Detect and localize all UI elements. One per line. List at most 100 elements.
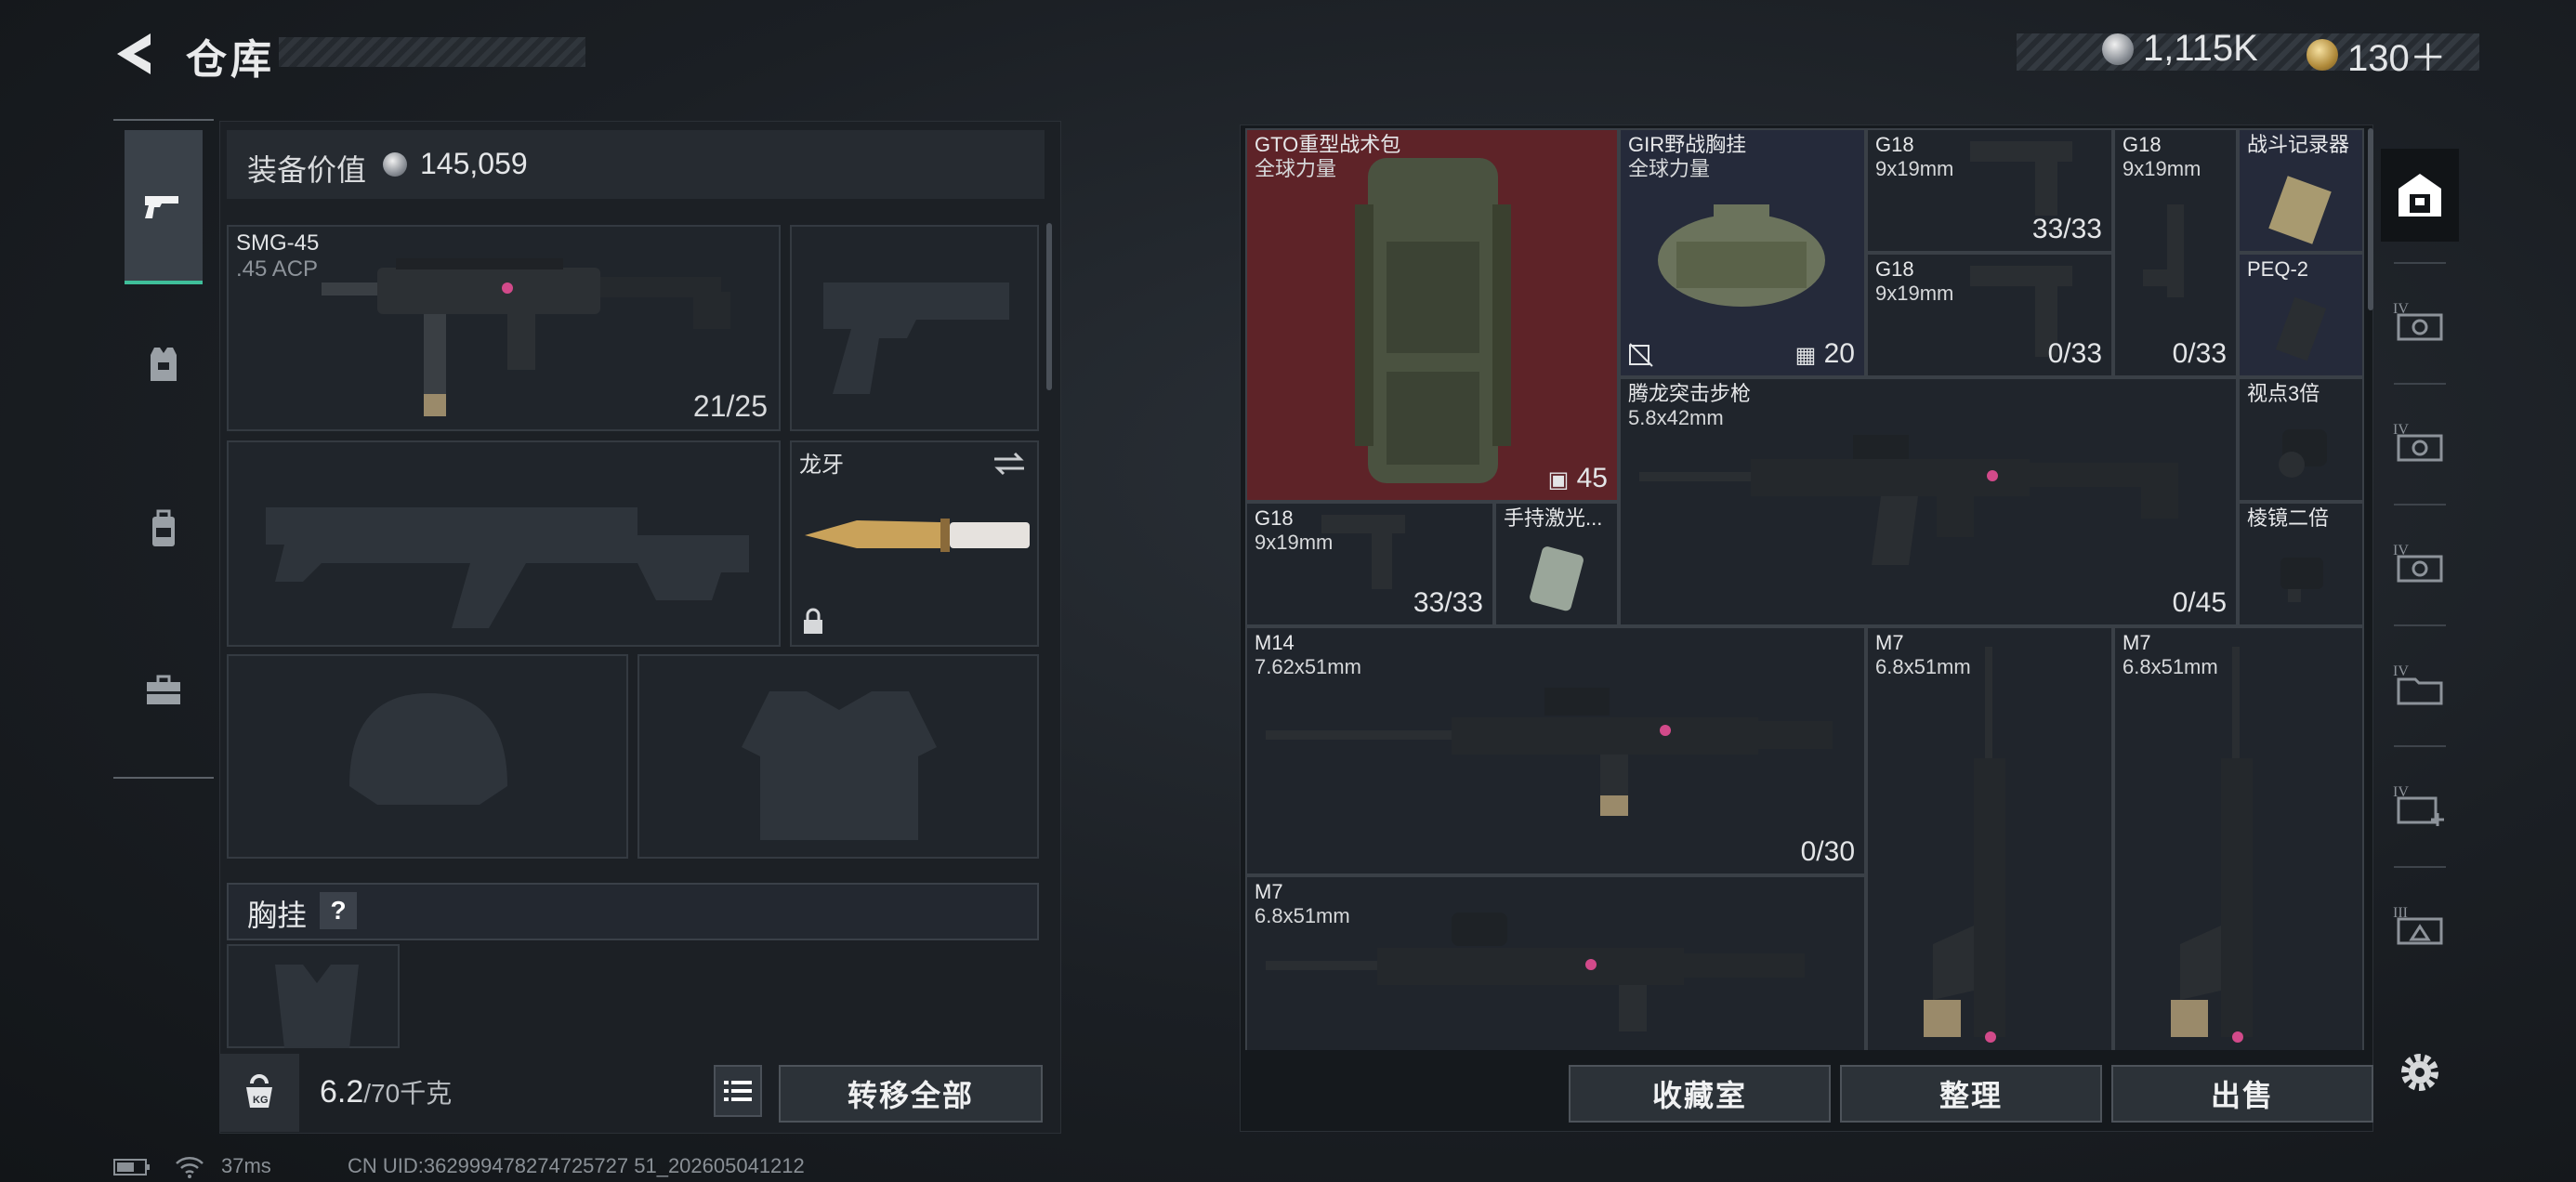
backpack-image [1355, 158, 1511, 483]
item-name: G18 [2123, 133, 2162, 156]
pistol-placeholder-icon [823, 282, 1009, 394]
loadout-value-label: 装备价值 [247, 153, 367, 187]
item-count: 0/33 [2047, 338, 2102, 369]
stash-tab-iv-icon: IV [2393, 543, 2443, 583]
item-count: 33/33 [2031, 214, 2102, 244]
tab-stash-3[interactable]: IV [2381, 517, 2459, 610]
item-capacity: ▣ 45 [1548, 463, 1608, 494]
nav-item-armor[interactable] [125, 318, 203, 411]
weight-max: /70千克 [363, 1079, 453, 1108]
secondary-weapon-slot[interactable] [227, 440, 781, 647]
weight-current: 6.2 [320, 1074, 364, 1110]
tab-stash-add[interactable]: IV [2381, 758, 2459, 851]
item-name: M14 [1255, 631, 1295, 654]
stash-add-iv-icon: IV [2393, 784, 2444, 826]
item-name: 视点3倍 [2247, 382, 2320, 405]
item-name: G18 [1875, 257, 1914, 281]
stash-item[interactable]: G18 9x19mm 33/33 [1866, 128, 2113, 253]
chest-rig-placeholder-icon [275, 965, 359, 1048]
tab-stash-4[interactable]: IV [2381, 637, 2459, 730]
sidearm-slot[interactable] [790, 225, 1039, 431]
stash-item[interactable]: G18 9x19mm 33/33 [1245, 502, 1494, 626]
stash-item[interactable]: PEQ-2 [2238, 253, 2364, 377]
toolbox-icon [147, 675, 180, 704]
helmet-slot[interactable] [227, 654, 628, 859]
organize-button[interactable]: 整理 [1840, 1065, 2102, 1123]
item-name: M7 [2123, 631, 2151, 654]
stash-item[interactable]: M7 6.8x51mm [2113, 626, 2364, 1050]
armor-placeholder-icon [742, 691, 937, 840]
item-name: M7 [1875, 631, 1904, 654]
scope-image [2279, 429, 2327, 478]
item-name: PEQ-2 [2247, 257, 2309, 281]
primary-weapon-slot[interactable]: SMG-45 .45 ACP 21/25 [227, 225, 781, 431]
collection-button[interactable]: 收藏室 [1569, 1065, 1831, 1123]
melee-slot[interactable]: 龙牙 [790, 440, 1039, 647]
stash-item[interactable]: 腾龙突击步枪 5.8x42mm 0/45 [1619, 377, 2238, 626]
item-count: 0/45 [2172, 587, 2227, 618]
armor-slot[interactable] [637, 654, 1039, 859]
sell-button[interactable]: 出售 [2111, 1065, 2373, 1123]
stash-item[interactable]: M14 7.62x51mm 0/30 [1245, 626, 1866, 875]
settings-button[interactable] [2381, 1026, 2459, 1119]
m7-rifle-vertical-image [2171, 647, 2253, 1043]
stash-tab-iii-icon: III [2393, 905, 2443, 945]
item-name: GIR野战胸挂 [1628, 133, 1747, 156]
nav-item-backpack[interactable] [125, 483, 203, 576]
loadout-value: 145,059 [420, 147, 528, 180]
laser-device-image [2275, 296, 2327, 361]
stash-item[interactable]: G18 9x19mm 0/33 [2113, 128, 2238, 377]
stash-item[interactable]: 手持激光... [1494, 502, 1619, 626]
weight-icon: KG [219, 1054, 299, 1132]
nav-item-toolbox[interactable] [125, 645, 203, 738]
page-title: 仓库 [186, 37, 275, 83]
item-count: 0/33 [2172, 338, 2227, 369]
stash-scrollbar[interactable] [2368, 128, 2373, 310]
primary-weapon-name: SMG-45 [236, 230, 320, 256]
user-uid: CN UID:362999478274725727 51_20260504121… [348, 1154, 805, 1177]
m7-rifle-image [1266, 913, 1805, 1031]
stash-item[interactable]: G18 9x19mm 0/33 [1866, 253, 2113, 377]
silver-currency[interactable]: 1,115K [2102, 28, 2258, 70]
back-arrow-icon[interactable] [110, 28, 162, 80]
pistol-image [2143, 204, 2184, 297]
lock-icon [804, 608, 822, 634]
item-ammo: 9x19mm [1875, 282, 1954, 305]
tab-stash-1[interactable]: IV [2381, 275, 2459, 368]
tab-stash-2[interactable]: IV [2381, 396, 2459, 489]
stash-item[interactable]: GIR野战胸挂 全球力量 ▦ 20 [1619, 128, 1866, 377]
slots-icon: ▣ [1547, 467, 1570, 492]
gold-currency[interactable]: 130＋ [2307, 28, 2447, 82]
stash-item[interactable]: GTO重型战术包 全球力量 ▣ 45 [1245, 128, 1619, 502]
stash-item[interactable]: 视点3倍 [2238, 377, 2364, 502]
item-name: 手持激光... [1504, 506, 1603, 530]
armor-vest-icon [151, 348, 177, 381]
help-icon[interactable]: ? [320, 892, 357, 929]
item-brand: 全球力量 [1628, 157, 1711, 180]
svg-text:IV: IV [2393, 663, 2409, 679]
chest-rig-image [1658, 204, 1825, 307]
safe-box-icon [2399, 174, 2441, 217]
loadout-scrollbar[interactable] [1046, 223, 1052, 390]
no-insure-icon [1629, 343, 1653, 367]
backpack-icon [152, 509, 175, 546]
transfer-all-button[interactable]: 转移全部 [779, 1065, 1043, 1123]
stash-item[interactable]: 棱镜二倍 [2238, 502, 2364, 626]
chest-rig-slot[interactable] [227, 944, 400, 1048]
tab-stash-5[interactable]: III [2381, 879, 2459, 972]
item-ammo: 9x19mm [1875, 157, 1954, 180]
swap-arrows-icon[interactable] [991, 450, 1028, 478]
tab-safe-box[interactable] [2381, 149, 2459, 242]
list-view-button[interactable] [714, 1065, 762, 1117]
assault-rifle-image [1639, 435, 2178, 565]
stash-item[interactable]: M7 6.8x51mm [1245, 875, 1866, 1050]
handheld-laser-image [1530, 546, 1584, 611]
item-name: 棱镜二倍 [2247, 506, 2330, 530]
silver-coin-icon [383, 152, 407, 177]
stash-item[interactable]: M7 6.8x51mm [1866, 626, 2113, 1050]
stash-item[interactable]: 战斗记录器 [2238, 128, 2364, 253]
item-name: 腾龙突击步枪 [1628, 382, 1752, 405]
m14-rifle-image [1266, 688, 1833, 816]
nav-item-weapons[interactable] [125, 130, 203, 284]
stash-tab-iv-icon: IV [2393, 301, 2443, 341]
